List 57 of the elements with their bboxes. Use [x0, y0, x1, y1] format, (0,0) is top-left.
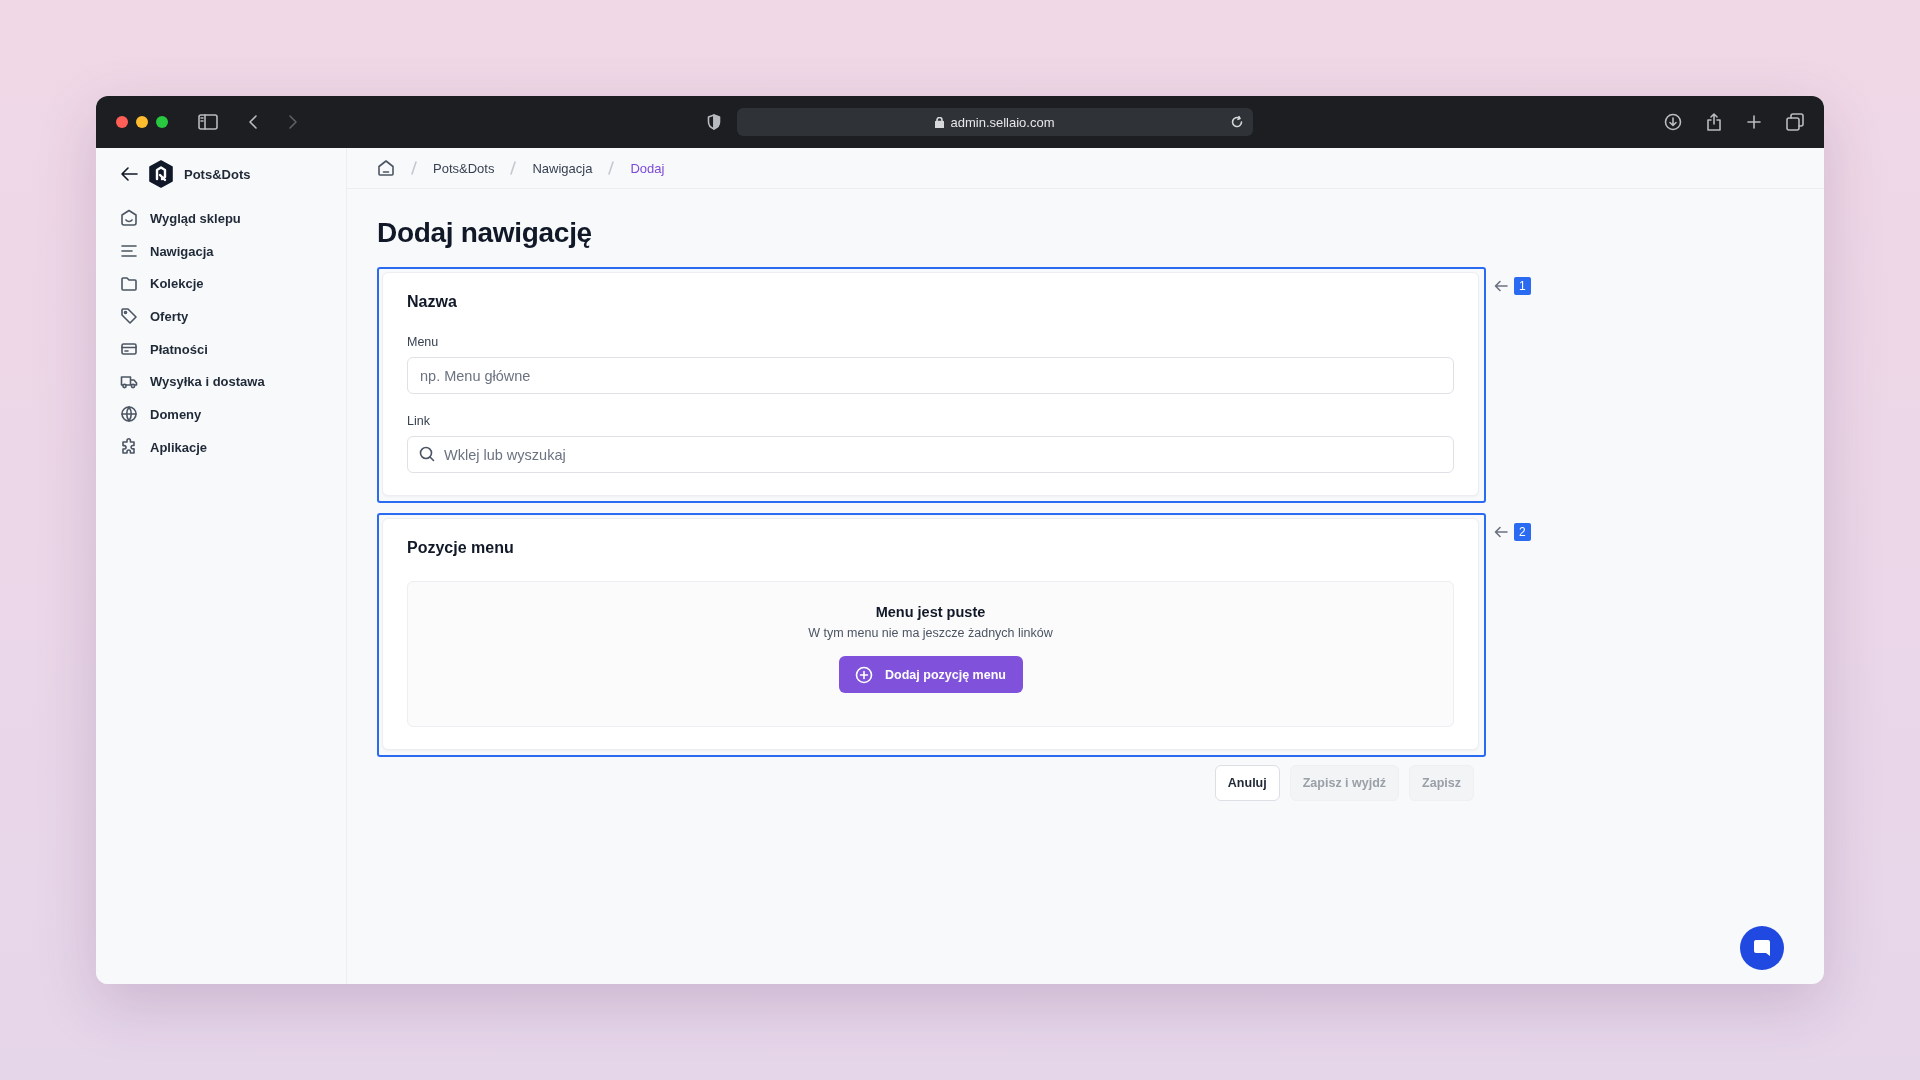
folder-icon	[120, 274, 138, 293]
storefront-icon	[120, 209, 138, 228]
page-title: Dodaj nawigację	[377, 217, 593, 249]
slash-separator-icon	[411, 161, 417, 175]
window-control-dot[interactable]	[136, 116, 148, 128]
lock-icon	[935, 116, 945, 128]
left-arrow-icon	[1494, 526, 1508, 538]
input-field[interactable]: np. Menu główne	[407, 357, 1454, 394]
breadcrumb-link[interactable]: Nawigacja	[532, 160, 593, 176]
left-arrow-icon	[1494, 280, 1508, 292]
empty-state-title: Menu jest puste	[875, 604, 986, 620]
share-icon[interactable]	[1706, 113, 1722, 131]
tag-icon	[120, 307, 138, 326]
address-bar[interactable]: admin.sellaio.com	[737, 108, 1253, 136]
store-name: Pots&Dots	[184, 166, 251, 182]
plus-icon[interactable]	[1746, 114, 1762, 130]
slash-separator-icon	[510, 161, 517, 175]
sidebar-item[interactable]: Wysyłka i dostawa	[120, 365, 346, 399]
section-heading: Nazwa	[407, 293, 458, 311]
empty-state-text: W tym menu nie ma jeszcze żadnych linków	[808, 626, 1053, 640]
number-badge: 2	[1514, 523, 1531, 541]
field-label: Menu	[407, 335, 440, 349]
window-control-dot[interactable]	[156, 116, 168, 128]
back-arrow-icon[interactable]	[120, 166, 138, 182]
sidebar-item[interactable]: Nawigacja	[120, 234, 346, 268]
sidebar-item[interactable]: Wygląd sklepu	[120, 202, 346, 235]
reload-icon[interactable]	[1231, 116, 1243, 128]
puzzle-icon	[120, 438, 138, 457]
add-menu-item-button[interactable]: Dodaj pozycję menu	[838, 656, 1023, 693]
search-field[interactable]: Wklej lub wyszukaj	[407, 436, 1454, 473]
breadcrumb-link[interactable]: Pots&Dots	[433, 160, 495, 176]
url-text: admin.sellaio.com	[950, 114, 1055, 130]
breadcrumb-link[interactable]: Dodaj	[630, 160, 665, 176]
sidebar-item[interactable]: Oferty	[120, 300, 346, 333]
chat-bubble-icon	[1751, 937, 1773, 959]
sidebar-item[interactable]: Domeny	[120, 398, 346, 431]
hexagon-logo-icon	[148, 160, 174, 188]
chat-button[interactable]	[1740, 926, 1784, 970]
section-heading: Pozycje menu	[407, 539, 515, 557]
download-icon[interactable]	[1664, 113, 1682, 131]
window-control-dot[interactable]	[116, 116, 128, 128]
home-icon[interactable]	[377, 159, 395, 177]
action-button[interactable]: Anuluj	[1214, 765, 1280, 801]
sidebar-toggle-icon[interactable]	[198, 114, 218, 130]
sidebar-item[interactable]: Kolekcje	[120, 267, 346, 301]
shield-icon[interactable]	[707, 114, 721, 130]
sidebar-item[interactable]: Aplikacje	[120, 430, 346, 464]
forward-icon[interactable]	[288, 114, 298, 130]
back-icon[interactable]	[248, 114, 258, 130]
field-label: Link	[407, 414, 431, 428]
plus-circle-icon	[855, 665, 874, 684]
globe-icon	[120, 405, 138, 424]
search-icon	[419, 446, 435, 462]
sidebar-item[interactable]: Płatności	[120, 332, 346, 366]
tabs-icon[interactable]	[1786, 113, 1804, 131]
slash-separator-icon	[608, 161, 615, 175]
number-badge: 1	[1514, 277, 1531, 295]
